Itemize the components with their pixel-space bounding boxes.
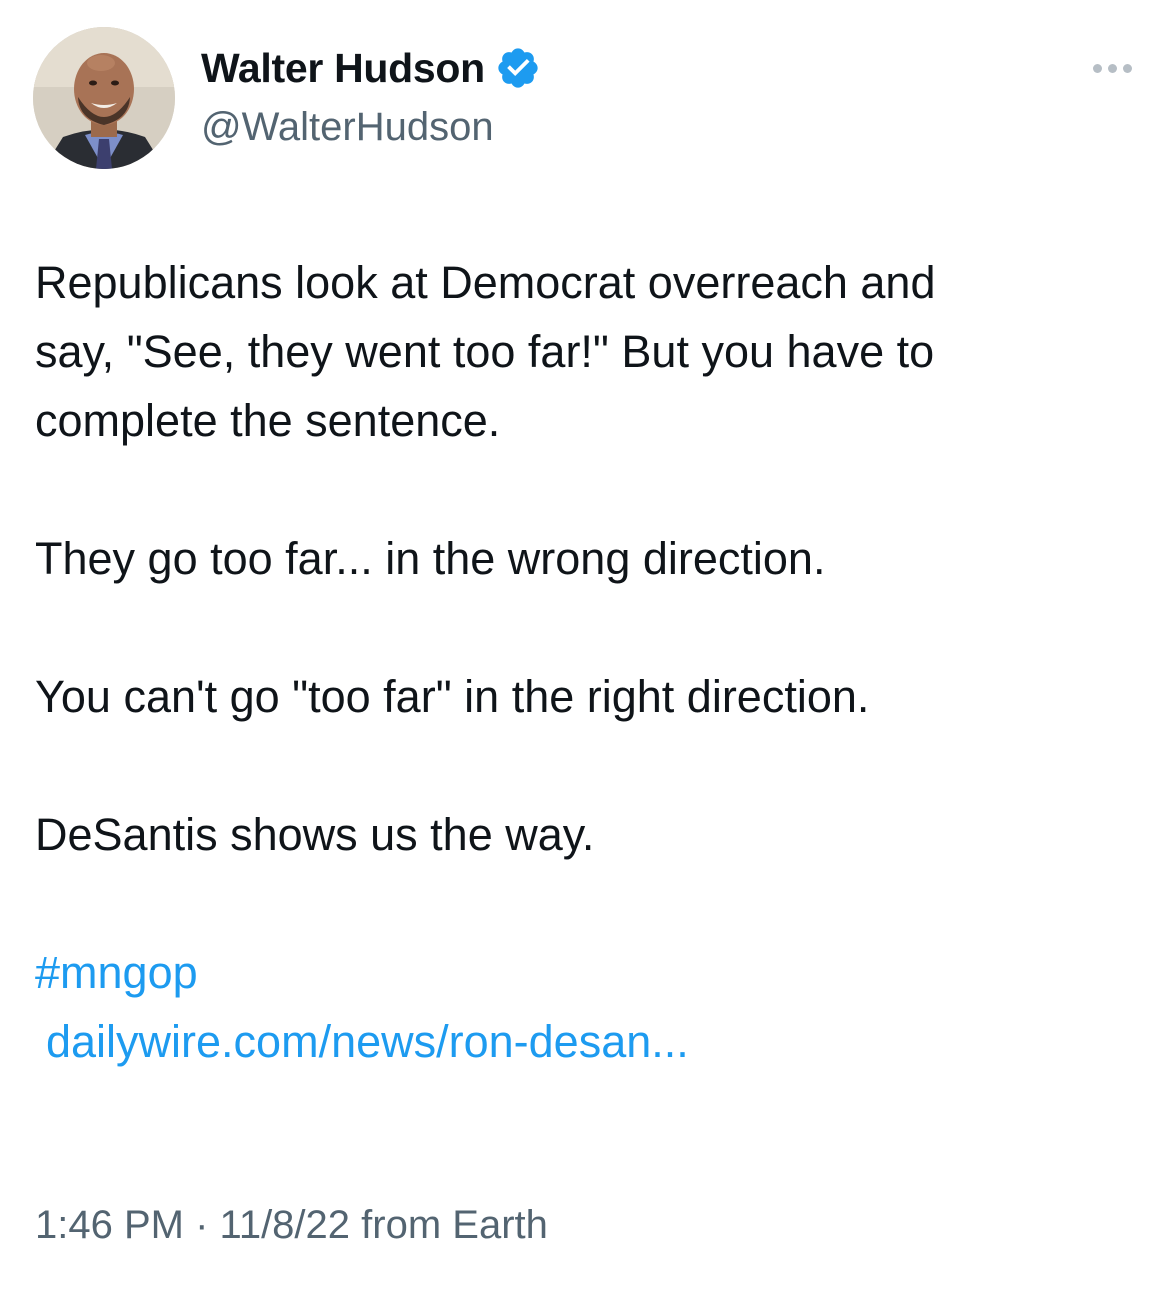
tweet-date[interactable]: 11/8/22: [220, 1203, 351, 1247]
tweet-text: Republicans look at Democrat overreach a…: [35, 248, 1145, 1076]
more-dot: [1122, 63, 1132, 73]
display-name[interactable]: Walter Hudson: [201, 45, 485, 92]
more-dot: [1107, 63, 1117, 73]
tweet-source: from Earth: [361, 1203, 548, 1247]
more-dot: [1092, 63, 1102, 73]
author-name-row: Walter Hudson: [201, 42, 541, 94]
avatar-photo: [33, 27, 175, 169]
verified-badge-icon[interactable]: [495, 45, 541, 91]
tweet-metadata: 1:46 PM · 11/8/22 from Earth: [35, 1203, 548, 1248]
more-horizontal-icon[interactable]: [1087, 58, 1137, 78]
article-link[interactable]: dailywire.com/news/ron-desan...: [35, 1007, 1145, 1076]
meta-separator: ·: [195, 1203, 209, 1247]
tweet-paragraph: You can't go "too far" in the right dire…: [35, 671, 870, 722]
tweet-time[interactable]: 1:46 PM: [35, 1203, 184, 1247]
tweet-card: Walter Hudson @WalterHudson Republicans …: [0, 0, 1176, 1295]
user-handle[interactable]: @WalterHudson: [201, 105, 494, 150]
tweet-paragraph: They go too far... in the wrong directio…: [35, 533, 826, 584]
avatar[interactable]: [33, 27, 175, 169]
hashtag-link[interactable]: #mngop: [35, 938, 1145, 1007]
tweet-paragraph: Republicans look at Democrat overreach a…: [35, 257, 936, 446]
tweet-paragraph: DeSantis shows us the way.: [35, 809, 595, 860]
